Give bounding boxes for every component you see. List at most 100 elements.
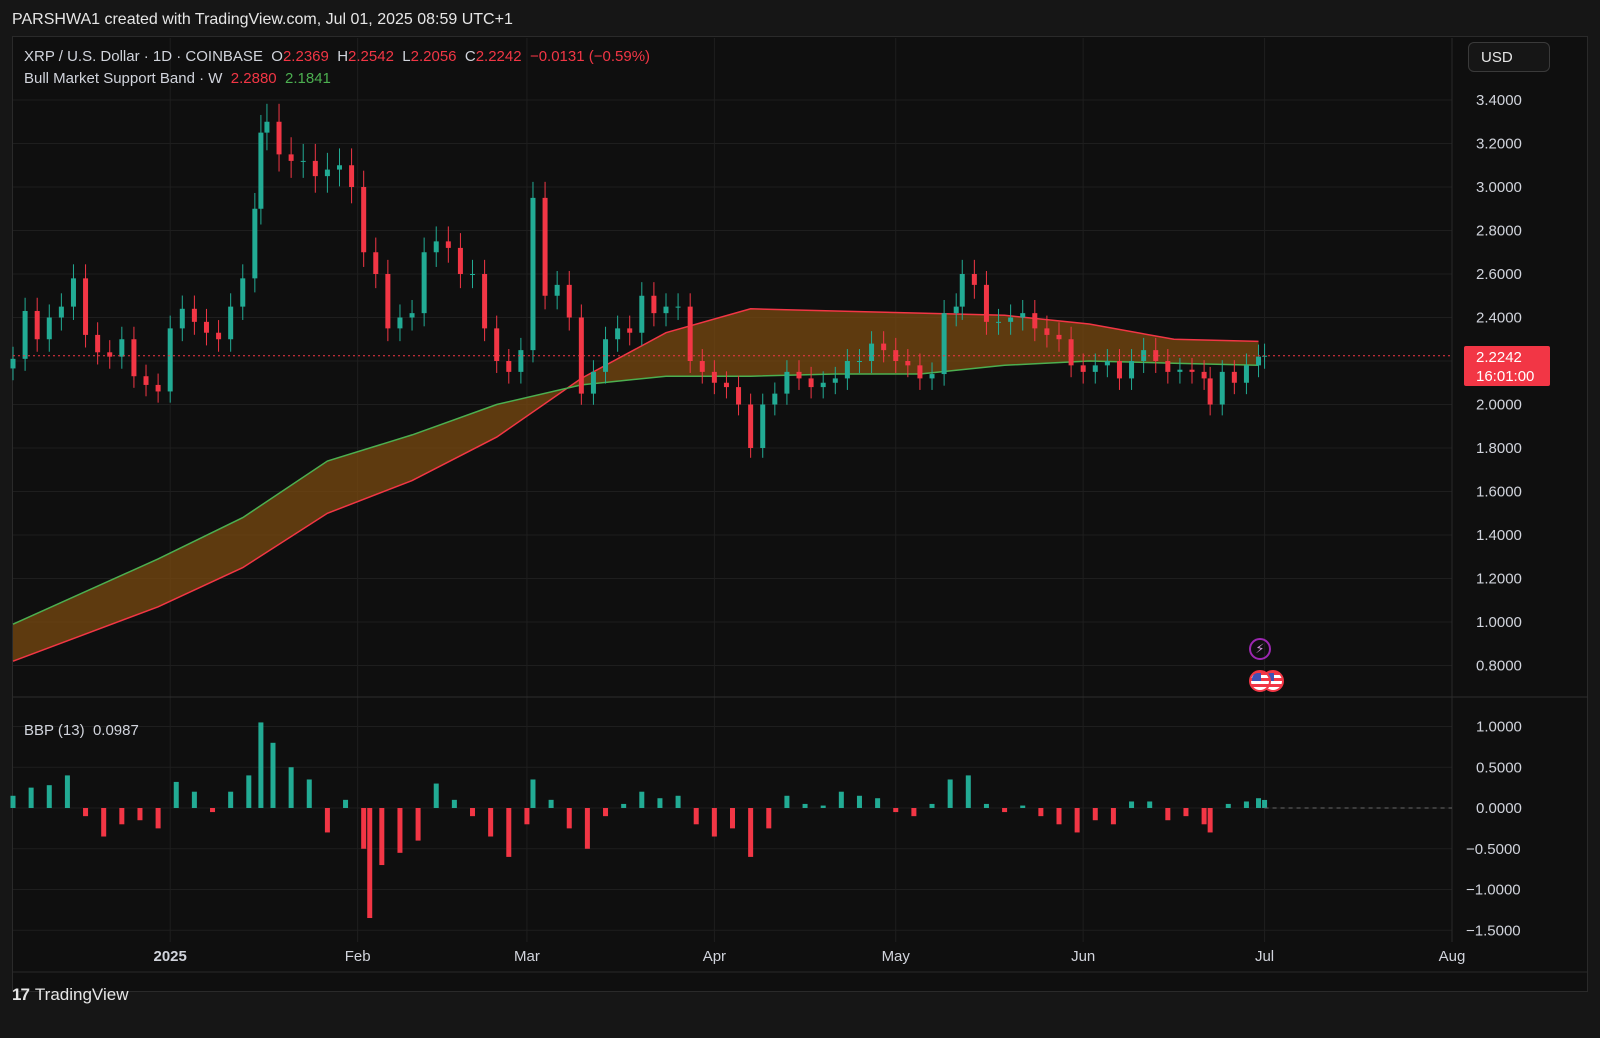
bbp-axis-label: 0.0000 [1476,800,1522,817]
bbp-bar [693,808,699,825]
bbp-bar [488,808,494,837]
bbp-bar [748,808,754,857]
candle-body [1104,361,1110,366]
candle-body [240,278,246,307]
bbp-axis-label: 0.5000 [1476,759,1522,776]
candle-body [373,252,379,274]
bbp-bar [1092,808,1098,821]
bbp-bar [506,808,512,857]
bbp-bar [83,808,89,817]
legend-symbol[interactable]: XRP / U.S. Dollar · 1D · COINBASE [24,48,263,65]
bbp-bar [1165,808,1171,821]
candle-body [1044,328,1050,335]
candle-body [905,361,911,366]
candle-body [482,274,488,329]
bbp-bar [1256,798,1262,808]
candle-body [445,241,451,248]
bbp-bar [191,791,197,808]
legend-low-value: 2.2056 [410,48,457,65]
candle-body [820,382,826,388]
price-axis-label: 3.0000 [1476,179,1522,196]
bbp-bar [210,808,216,813]
currency-button[interactable]: USD [1468,42,1550,72]
bbp-bar [1129,801,1135,808]
candle-body [361,187,367,253]
last-price-value: 2.2242 [1476,349,1522,366]
candle-body [971,274,977,285]
candle-body [1129,361,1135,379]
candle-body [143,376,149,385]
time-axis-label: Mar [514,948,540,965]
candle-body [566,284,572,318]
bbp-bar [258,722,264,808]
bbp-bar [1201,808,1207,825]
bbp-bar [730,808,735,829]
candle-body [385,274,391,329]
candle-body [518,350,524,372]
legend-band-lower: 2.1841 [285,70,331,87]
candle-body [312,160,318,177]
chart-canvas[interactable]: 3.4000 3.2000 3.0000 2.8000 2.6000 2.4000 2.20… [0,0,1600,1038]
candle-body [22,310,28,359]
bbp-bar [270,742,276,808]
bbp-bar [621,803,627,808]
price-axis-label: 1.8000 [1476,440,1522,457]
bbp-bar [379,808,385,866]
candle-body [1219,371,1225,405]
bbp-bar [548,799,554,808]
bbp-bar [675,795,681,808]
bbp-bar [1056,808,1062,825]
candle-body [1177,369,1183,372]
price-axis-label: 1.2000 [1476,571,1522,588]
us-flag-event-icon[interactable] [1249,670,1271,692]
candle-body [324,169,330,177]
time-axis-label: May [882,948,911,965]
price-axis-label: 3.4000 [1476,92,1522,109]
bbp-bar [155,808,161,829]
candle-body [996,321,1002,323]
bbp-bar [367,808,373,919]
candle-body [917,365,923,379]
candle-body [748,404,754,448]
bbp-bar [911,808,917,817]
bbp-bar [603,808,609,817]
lightning-event-icon[interactable]: ⚡ [1249,638,1271,660]
candle-body [651,295,657,314]
candle-body [983,284,989,322]
footer-brand-text: TradingView [34,985,129,1004]
bbp-bar [893,808,899,813]
bbp-bar [46,785,52,808]
bbp-bar [306,779,312,808]
bbp-axis-label: −1.0000 [1466,882,1521,899]
candle-body [1201,371,1207,379]
time-axis-label: Jul [1255,948,1274,965]
candle-body [1092,365,1098,372]
bbp-bar [173,781,179,808]
legend-open-label: O [271,48,283,65]
candle-body [252,208,258,279]
time-axis-label: Aug [1439,948,1466,965]
candle-body [1032,313,1038,329]
price-legend: XRP / U.S. Dollar · 1D · COINBASE O2.236… [24,46,650,90]
candle-body [663,306,669,314]
candle-body [1068,339,1074,366]
candle-body [542,197,548,296]
candle-body [409,313,415,318]
bbp-bar [929,803,935,808]
candle-body [58,306,64,318]
bbp-bar [965,775,971,808]
bbp-bar [983,803,989,808]
legend-band-name[interactable]: Bull Market Support Band · W [24,70,222,87]
bbp-legend-name[interactable]: BBP (13) [24,722,85,739]
candle-body [167,328,173,392]
bbp-bar [397,808,403,853]
time-axis-label: Apr [703,948,726,965]
time-axis-label: Feb [345,948,371,965]
candle-body [216,332,222,340]
candle-body [687,306,693,361]
bbp-bar [838,791,844,808]
legend-high-label: H [337,48,349,65]
bbp-legend: BBP (13) 0.0987 [24,722,139,739]
bbp-bar [28,787,34,808]
bbp-bar [246,775,252,808]
